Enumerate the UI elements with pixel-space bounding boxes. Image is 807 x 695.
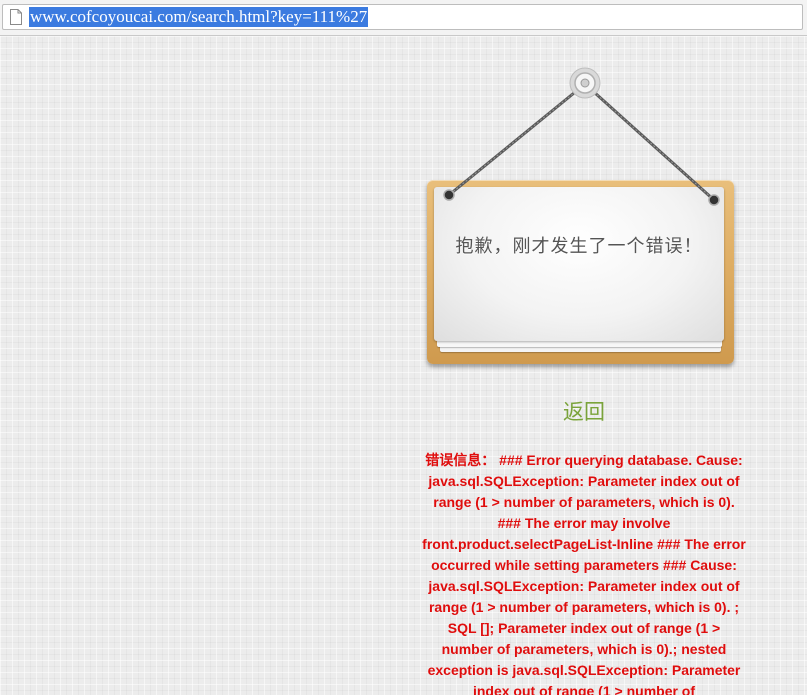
nail-icon: [569, 67, 601, 99]
error-text: ### Error querying database. Cause: java…: [422, 452, 746, 695]
back-link[interactable]: 返回: [530, 396, 638, 426]
sign-message: 抱歉，刚才发生了一个错误！: [455, 236, 703, 257]
sign-hanger: [443, 67, 720, 206]
error-message: 错误信息： ### Error querying database. Cause…: [422, 450, 746, 695]
hanging-sign: 抱歉，刚才发生了一个错误！: [0, 0, 807, 380]
error-label: 错误信息：: [425, 452, 496, 468]
